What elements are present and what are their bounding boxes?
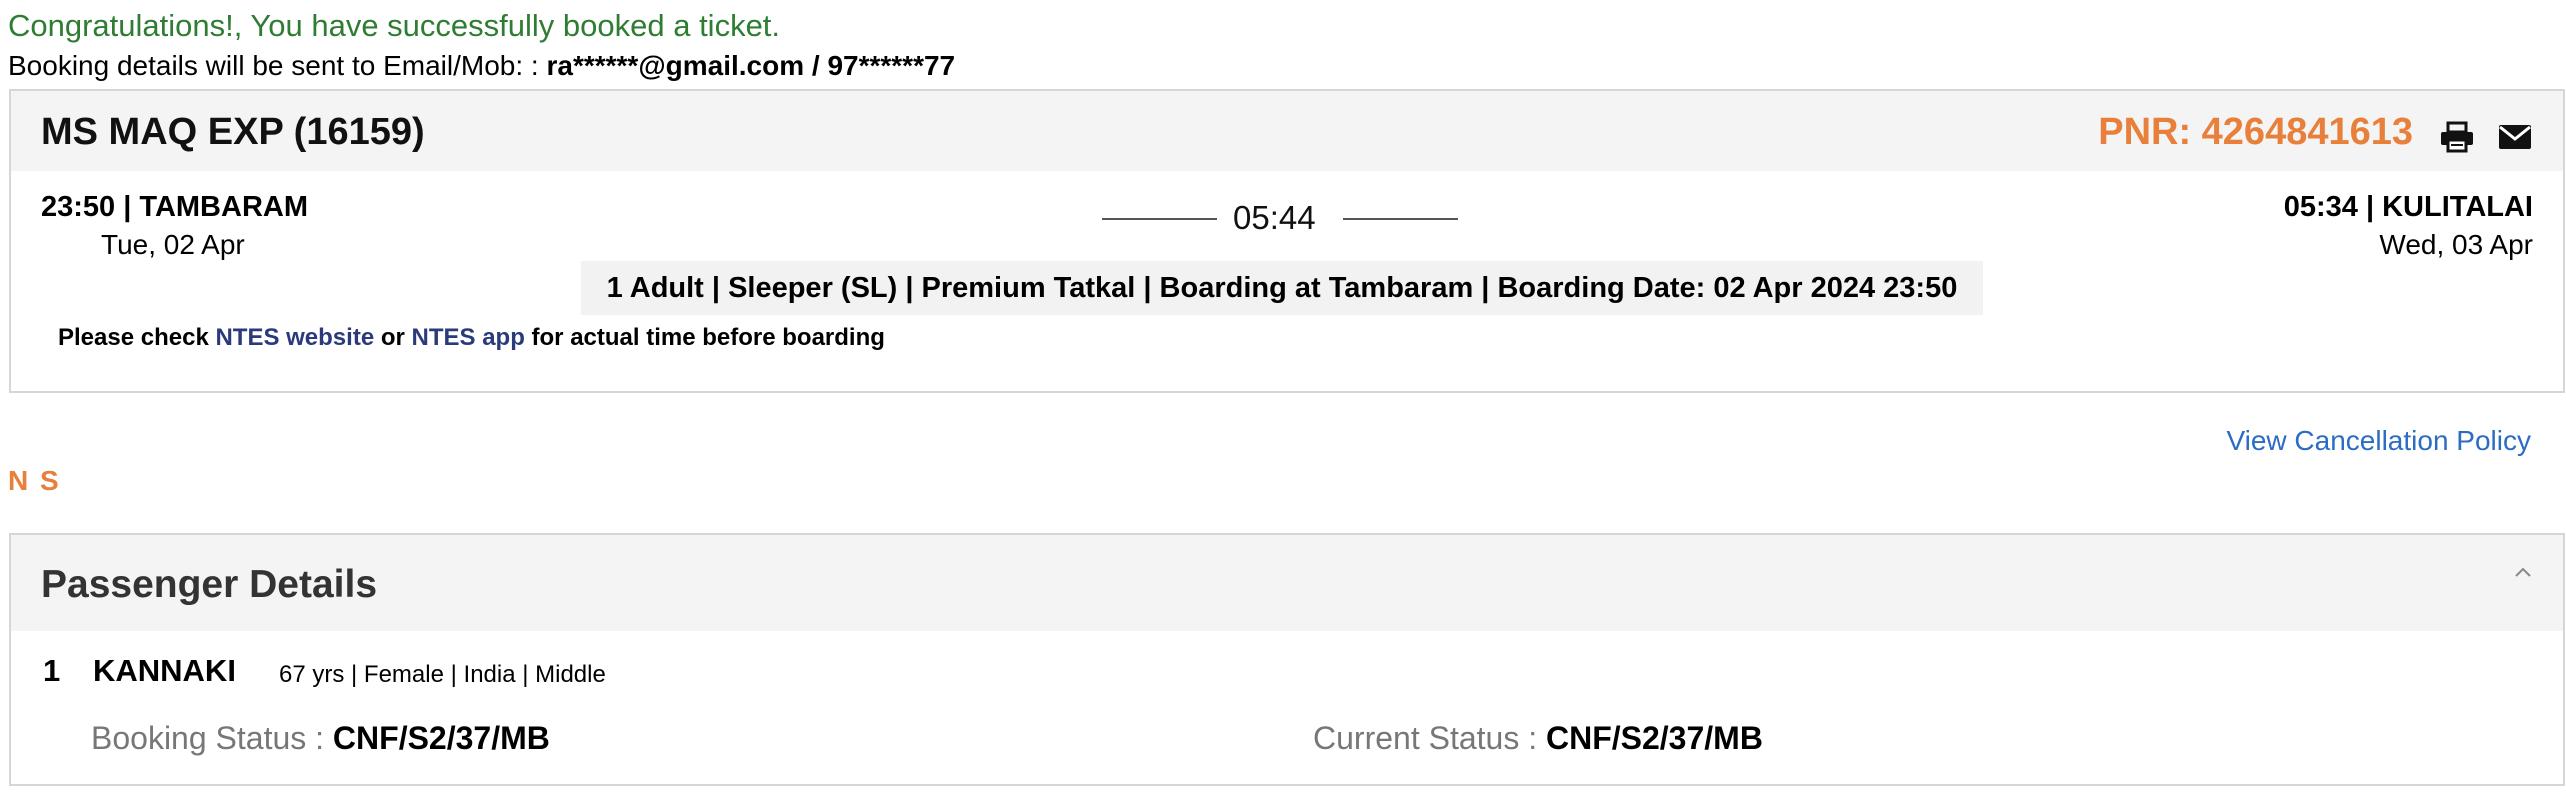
booking-status-value: CNF/S2/37/MB: [332, 720, 550, 756]
duration-line-right: [1343, 218, 1458, 220]
check-suffix: for actual time before boarding: [524, 324, 885, 351]
departure-date: Tue, 02 Apr: [101, 229, 245, 260]
ns-tag: N S: [8, 465, 61, 496]
passenger-details-card: Passenger Details 1 KANNAKI 67 yrs | Fem…: [9, 533, 2565, 786]
check-or: or: [374, 324, 412, 351]
passenger-details-title: Passenger Details: [41, 563, 378, 606]
arrival-date: Wed, 03 Apr: [2379, 229, 2533, 260]
booking-status-label: Booking Status :: [91, 720, 333, 756]
passenger-details-header[interactable]: Passenger Details: [11, 535, 2563, 631]
check-prefix: Please check: [58, 324, 216, 351]
arrival-station: 05:34 | KULITALAI: [2283, 191, 2533, 223]
contact-info: ra******@gmail.com / 97******77: [546, 50, 956, 81]
current-status-value: CNF/S2/37/MB: [1545, 720, 1763, 756]
booking-success-message: Congratulations!, You have successfully …: [8, 8, 781, 43]
view-cancellation-policy-link[interactable]: View Cancellation Policy: [2226, 425, 2531, 457]
booking-status: Booking Status : CNF/S2/37/MB: [91, 720, 550, 757]
journey-card-header: MS MAQ EXP (16159) PNR: 4264841613: [11, 91, 2563, 171]
ntes-website-link[interactable]: NTES website: [215, 324, 374, 351]
journey-duration: 05:44: [1233, 199, 1316, 236]
passenger-index: 1: [43, 653, 61, 688]
booking-details-sent-line: Booking details will be sent to Email/Mo…: [8, 50, 955, 82]
passenger-name: KANNAKI: [93, 653, 236, 688]
chevron-up-icon[interactable]: [2511, 561, 2535, 585]
ntes-check-notice: Please check NTES website or NTES app fo…: [58, 324, 885, 352]
departure-station: 23:50 | TAMBARAM: [41, 191, 308, 223]
duration-line-left: [1102, 218, 1217, 220]
current-status: Current Status : CNF/S2/37/MB: [1313, 720, 1763, 757]
booking-class-summary: 1 Adult | Sleeper (SL) | Premium Tatkal …: [581, 261, 1983, 315]
pnr-number: PNR: 4264841613: [2098, 111, 2413, 153]
mail-icon[interactable]: [2497, 121, 2533, 153]
sent-prefix: Booking details will be sent to Email/Mo…: [8, 50, 547, 81]
ntes-app-link[interactable]: NTES app: [412, 324, 525, 351]
passenger-meta: 67 yrs | Female | India | Middle: [279, 661, 606, 688]
journey-card: MS MAQ EXP (16159) PNR: 4264841613 23:50…: [9, 89, 2565, 393]
print-icon[interactable]: [2439, 121, 2475, 153]
train-name: MS MAQ EXP (16159): [41, 111, 425, 153]
current-status-label: Current Status :: [1313, 720, 1546, 756]
